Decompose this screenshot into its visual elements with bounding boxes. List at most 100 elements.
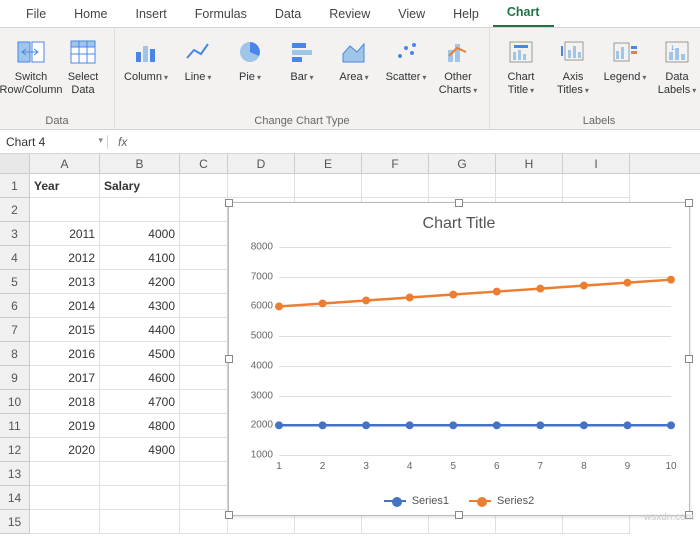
select-all-corner[interactable] (0, 154, 30, 173)
cell-C15[interactable] (180, 510, 228, 534)
col-header-C[interactable]: C (180, 154, 228, 173)
cell-C13[interactable] (180, 462, 228, 486)
fx-label[interactable]: fx (108, 135, 137, 149)
axis-titles-button[interactable]: Axis Titles▾ (548, 31, 598, 101)
cell-C3[interactable] (180, 222, 228, 246)
row-header-3[interactable]: 3 (0, 222, 30, 246)
cell-E1[interactable] (295, 174, 362, 198)
col-header-F[interactable]: F (362, 154, 429, 173)
cell-C5[interactable] (180, 270, 228, 294)
cell-B5[interactable]: 4200 (100, 270, 180, 294)
plot-area[interactable]: 1000200030004000500060007000800012345678… (279, 247, 671, 455)
cell-A15[interactable] (30, 510, 100, 534)
cell-A5[interactable]: 2013 (30, 270, 100, 294)
data-labels-button[interactable]: 1Data Labels▾ (652, 31, 700, 101)
tab-home[interactable]: Home (60, 1, 121, 27)
row-header-9[interactable]: 9 (0, 366, 30, 390)
cell-B11[interactable]: 4800 (100, 414, 180, 438)
cell-A2[interactable] (30, 198, 100, 222)
cell-C11[interactable] (180, 414, 228, 438)
cell-B2[interactable] (100, 198, 180, 222)
row-header-8[interactable]: 8 (0, 342, 30, 366)
column-chart-button[interactable]: Column▾ (121, 31, 171, 88)
cell-B1[interactable]: Salary (100, 174, 180, 198)
cell-A3[interactable]: 2011 (30, 222, 100, 246)
cell-F1[interactable] (362, 174, 429, 198)
row-header-1[interactable]: 1 (0, 174, 30, 198)
col-header-I[interactable]: I (563, 154, 630, 173)
cell-G1[interactable] (429, 174, 496, 198)
row-header-12[interactable]: 12 (0, 438, 30, 462)
cell-H1[interactable] (496, 174, 563, 198)
cell-C12[interactable] (180, 438, 228, 462)
col-header-E[interactable]: E (295, 154, 362, 173)
cell-B13[interactable] (100, 462, 180, 486)
cell-C14[interactable] (180, 486, 228, 510)
col-header-B[interactable]: B (100, 154, 180, 173)
cell-A11[interactable]: 2019 (30, 414, 100, 438)
cell-B6[interactable]: 4300 (100, 294, 180, 318)
cell-D1[interactable] (228, 174, 295, 198)
cell-A4[interactable]: 2012 (30, 246, 100, 270)
tab-data[interactable]: Data (261, 1, 315, 27)
line-chart-button[interactable]: Line▾ (173, 31, 223, 88)
row-header-2[interactable]: 2 (0, 198, 30, 222)
row-header-11[interactable]: 11 (0, 414, 30, 438)
cell-B10[interactable]: 4700 (100, 390, 180, 414)
tab-view[interactable]: View (384, 1, 439, 27)
resize-handle[interactable] (225, 511, 233, 519)
col-header-G[interactable]: G (429, 154, 496, 173)
cell-C4[interactable] (180, 246, 228, 270)
cell-B9[interactable]: 4600 (100, 366, 180, 390)
resize-handle[interactable] (455, 511, 463, 519)
tab-file[interactable]: File (12, 1, 60, 27)
area-chart-button[interactable]: Area▾ (329, 31, 379, 88)
cell-C6[interactable] (180, 294, 228, 318)
cell-C10[interactable] (180, 390, 228, 414)
cell-A14[interactable] (30, 486, 100, 510)
cell-B12[interactable]: 4900 (100, 438, 180, 462)
resize-handle[interactable] (685, 199, 693, 207)
cell-B3[interactable]: 4000 (100, 222, 180, 246)
tab-review[interactable]: Review (315, 1, 384, 27)
cell-A9[interactable]: 2017 (30, 366, 100, 390)
cell-B4[interactable]: 4100 (100, 246, 180, 270)
cell-B15[interactable] (100, 510, 180, 534)
row-header-4[interactable]: 4 (0, 246, 30, 270)
row-header-6[interactable]: 6 (0, 294, 30, 318)
resize-handle[interactable] (225, 355, 233, 363)
cell-B14[interactable] (100, 486, 180, 510)
cell-A10[interactable]: 2018 (30, 390, 100, 414)
legend-item-2[interactable]: Series2 (469, 495, 534, 507)
cell-C1[interactable] (180, 174, 228, 198)
tab-help[interactable]: Help (439, 1, 493, 27)
cell-C8[interactable] (180, 342, 228, 366)
cell-A13[interactable] (30, 462, 100, 486)
row-header-10[interactable]: 10 (0, 390, 30, 414)
pie-chart-button[interactable]: Pie▾ (225, 31, 275, 88)
legend-item-1[interactable]: Series1 (384, 495, 449, 507)
other-chart-button[interactable]: Other Charts▾ (433, 31, 483, 101)
row-header-5[interactable]: 5 (0, 270, 30, 294)
embedded-chart[interactable]: Chart Title 1000200030004000500060007000… (228, 202, 690, 516)
row-header-7[interactable]: 7 (0, 318, 30, 342)
cell-I1[interactable] (563, 174, 630, 198)
chart-title-button[interactable]: Chart Title▾ (496, 31, 546, 101)
row-header-13[interactable]: 13 (0, 462, 30, 486)
resize-handle[interactable] (455, 199, 463, 207)
tab-insert[interactable]: Insert (122, 1, 181, 27)
resize-handle[interactable] (685, 355, 693, 363)
cell-A8[interactable]: 2016 (30, 342, 100, 366)
select-data-button[interactable]: Select Data (58, 31, 108, 101)
cell-C7[interactable] (180, 318, 228, 342)
cell-C9[interactable] (180, 366, 228, 390)
row-header-15[interactable]: 15 (0, 510, 30, 534)
legend-button[interactable]: Legend▾ (600, 31, 650, 88)
tab-formulas[interactable]: Formulas (181, 1, 261, 27)
scatter-chart-button[interactable]: Scatter▾ (381, 31, 431, 88)
cell-C2[interactable] (180, 198, 228, 222)
col-header-H[interactable]: H (496, 154, 563, 173)
chart-title[interactable]: Chart Title (229, 203, 689, 237)
switch-row-column-button[interactable]: Switch Row/Column (6, 31, 56, 101)
name-box[interactable]: Chart 4 (0, 135, 108, 149)
